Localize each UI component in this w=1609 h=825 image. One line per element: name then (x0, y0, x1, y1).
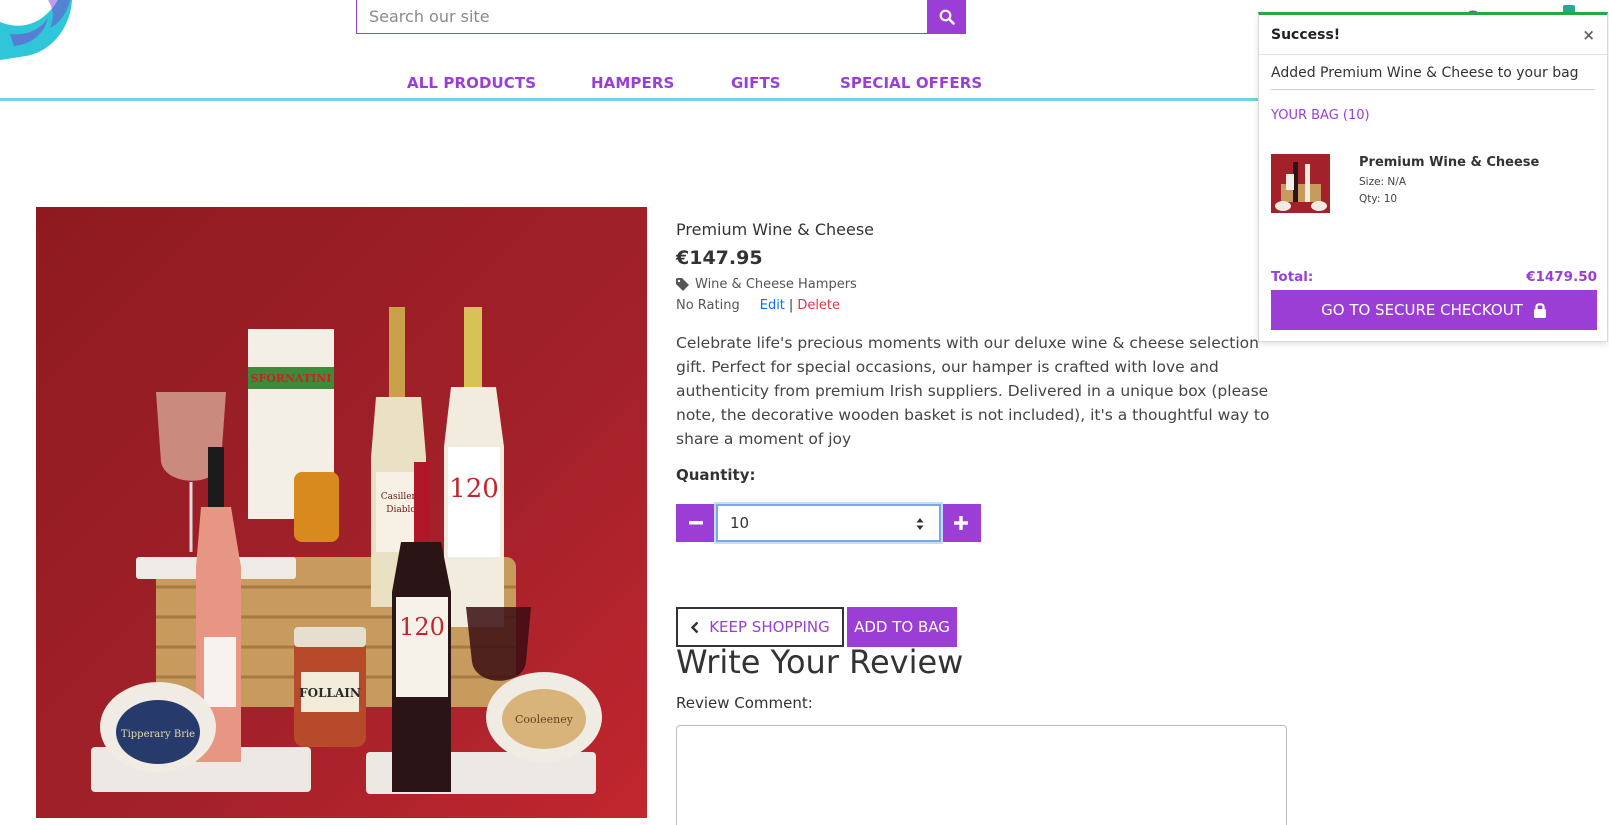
review-comment-input[interactable] (676, 725, 1287, 825)
svg-text:FOLLAIN: FOLLAIN (299, 686, 361, 700)
category-label: Wine & Cheese Hampers (695, 277, 857, 292)
nav-all-products[interactable]: ALL PRODUCTS (407, 74, 536, 92)
nav-special-offers[interactable]: SPECIAL OFFERS (840, 74, 982, 92)
site-logo[interactable] (0, 0, 72, 60)
review-comment-label: Review Comment: (676, 694, 813, 712)
nav-divider (0, 98, 1262, 101)
total-label: Total: (1271, 269, 1314, 285)
nav-gifts[interactable]: GIFTS (731, 74, 781, 92)
secure-checkout-button[interactable]: GO TO SECURE CHECKOUT (1271, 290, 1597, 330)
lock-icon (1533, 303, 1546, 318)
search-button[interactable] (928, 0, 966, 34)
minus-icon (689, 521, 703, 525)
svg-text:SFORNATINI: SFORNATINI (251, 372, 332, 385)
edit-link[interactable]: Edit (760, 298, 785, 313)
plus-icon (954, 516, 968, 530)
nav-hampers[interactable]: HAMPERS (591, 74, 674, 92)
popup-title: Success! (1271, 26, 1341, 43)
product-description: Celebrate life's precious moments with o… (676, 334, 1270, 448)
quantity-value: 10 (730, 514, 750, 532)
increment-button[interactable] (941, 504, 981, 542)
svg-text:120: 120 (449, 474, 499, 504)
product-image: SFORNATINI Casillero Diablo 120 120 FOLL… (36, 207, 647, 818)
total-value: €1479.50 (1526, 269, 1597, 285)
close-icon[interactable]: × (1582, 26, 1595, 44)
svg-text:Diablo: Diablo (386, 505, 416, 515)
delete-link[interactable]: Delete (797, 298, 840, 313)
rating-text: No Rating (676, 298, 740, 313)
bag-item-thumbnail (1271, 154, 1330, 213)
svg-text:Tipperary Brie: Tipperary Brie (121, 729, 195, 740)
spinner-arrows-icon[interactable] (915, 516, 925, 532)
bag-count-label: YOUR BAG (10) (1271, 108, 1370, 123)
popup-header: Success! × (1259, 15, 1607, 55)
product-meta: No Rating Edit | Delete (676, 298, 1296, 313)
search-input[interactable] (356, 0, 928, 34)
tag-icon (676, 278, 689, 291)
checkout-label: GO TO SECURE CHECKOUT (1321, 301, 1523, 319)
bag-item-size: Size: N/A (1359, 176, 1407, 188)
chevron-left-icon (691, 621, 699, 633)
quantity-label: Quantity: (676, 466, 756, 484)
quantity-input[interactable]: 10 (716, 504, 941, 542)
popup-message: Added Premium Wine & Cheese to your bag (1271, 65, 1595, 90)
decrement-button[interactable] (676, 504, 716, 542)
product-price: €147.95 (676, 247, 763, 269)
meta-separator: | (788, 298, 794, 313)
bag-item-name: Premium Wine & Cheese (1359, 155, 1540, 170)
bag-item-qty: Qty: 10 (1359, 193, 1398, 205)
search-icon (939, 9, 955, 25)
product-name: Premium Wine & Cheese (676, 220, 875, 239)
quantity-stepper: 10 (676, 504, 981, 542)
bag-success-popup: Success! × Added Premium Wine & Cheese t… (1258, 12, 1608, 342)
keep-shopping-button[interactable]: KEEP SHOPPING (676, 607, 844, 647)
product-category[interactable]: Wine & Cheese Hampers (676, 277, 1296, 292)
review-title: Write Your Review (676, 643, 964, 681)
svg-text:120: 120 (399, 613, 445, 641)
add-to-bag-button[interactable]: ADD TO BAG (847, 607, 957, 647)
svg-text:Cooleeney: Cooleeney (515, 713, 574, 726)
search-bar (356, 0, 966, 34)
bag-total: Total: €1479.50 (1271, 269, 1597, 285)
product-info: Premium Wine & Cheese €147.95 Wine & Che… (676, 220, 1296, 451)
bag-item: Premium Wine & Cheese Size: N/A Qty: 10 (1271, 154, 1591, 216)
keep-shopping-label: KEEP SHOPPING (709, 618, 830, 636)
